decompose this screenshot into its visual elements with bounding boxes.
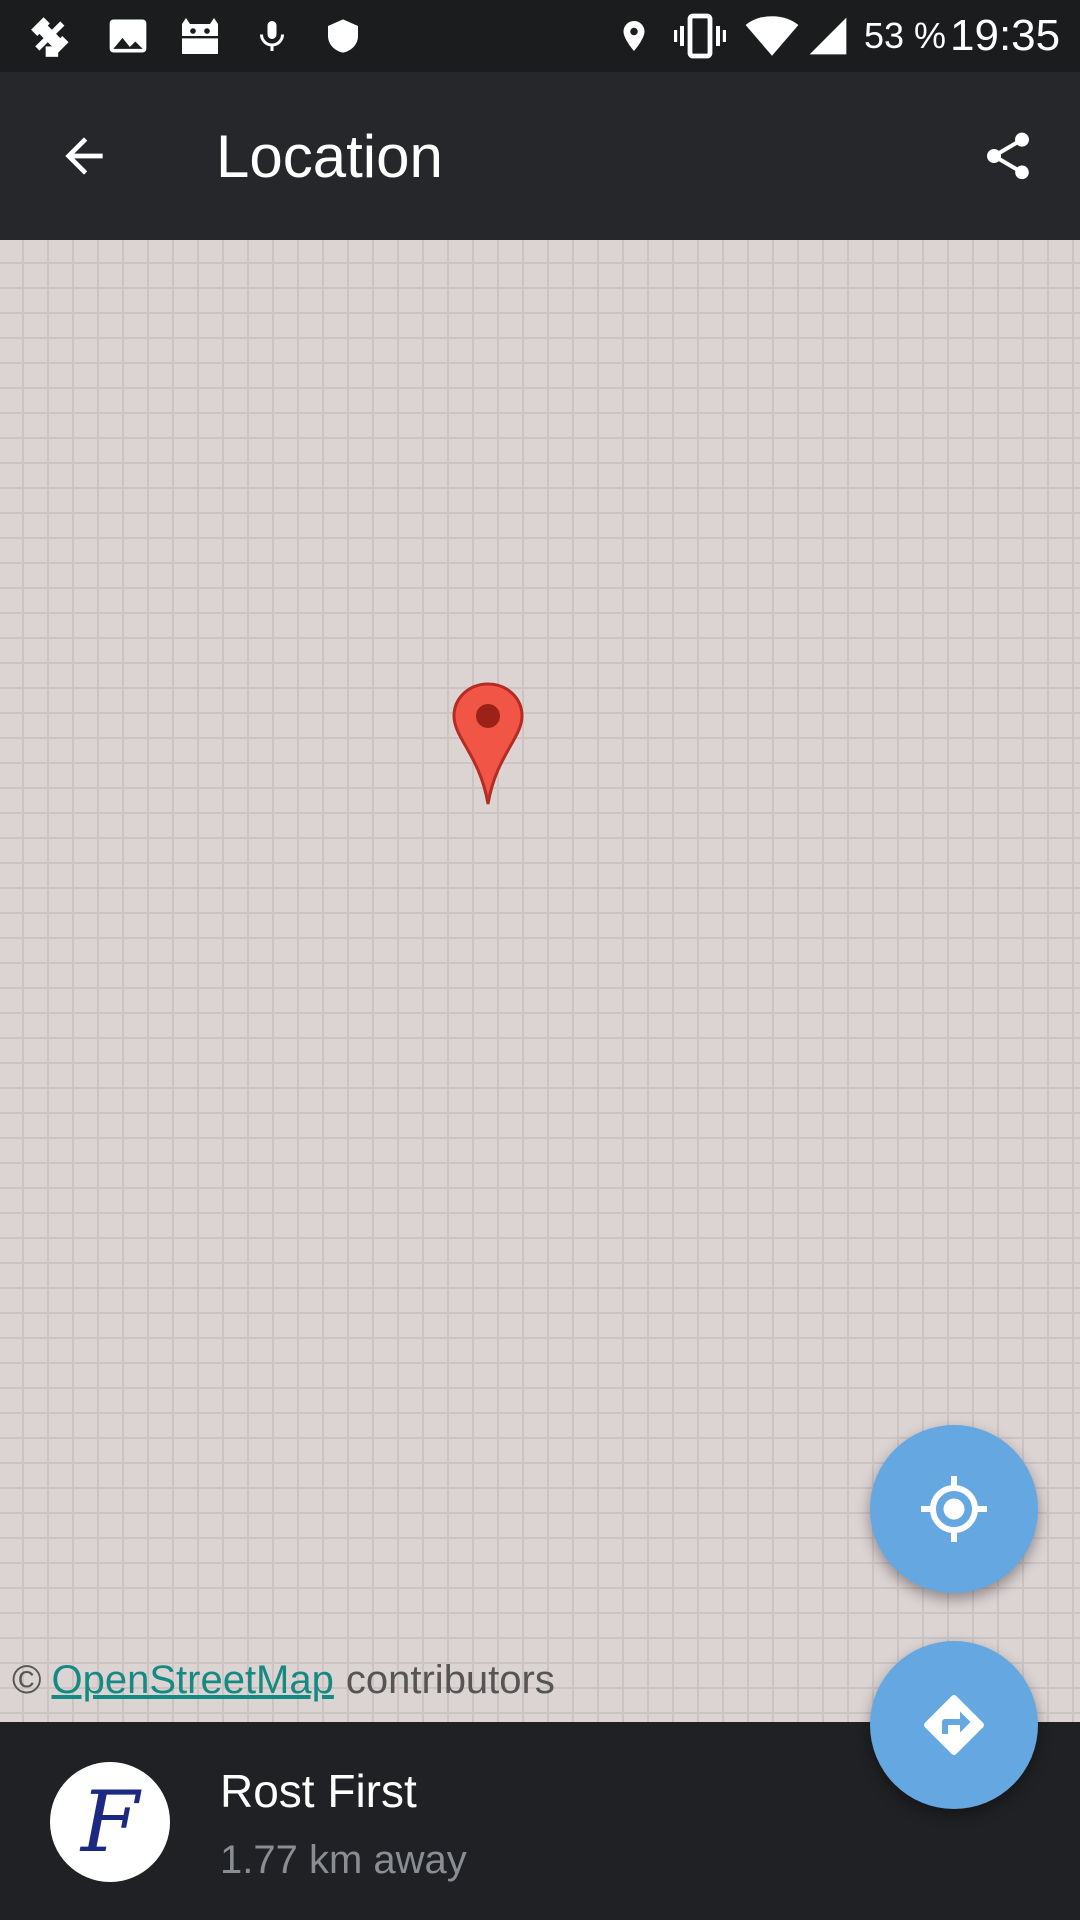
place-name: Rost First [220,1765,417,1817]
app-toolbar: Location [0,72,1080,240]
location-icon [614,0,654,72]
usb-debug-icon [26,0,82,72]
map-attribution: © OpenStreetMap contributors [12,1650,555,1710]
status-bar: 53 % 19:35 [0,0,1080,72]
clock: 19:35 [950,11,1061,60]
wifi-icon [744,0,800,72]
vibrate-icon [670,0,730,72]
shield-icon [320,0,366,72]
microphone-icon [250,0,294,72]
my-location-button[interactable] [870,1425,1038,1593]
android-icon [174,0,226,72]
page-title: Location [216,122,443,190]
battery-percent: 53 % [864,15,947,56]
directions-icon [923,1694,985,1756]
map-pin-icon[interactable] [448,680,528,808]
avatar-letter: F [80,1773,140,1871]
share-icon [987,132,1029,180]
arrow-back-icon [65,137,103,175]
attribution-suffix: contributors [345,1657,555,1702]
openstreetmap-link[interactable]: OpenStreetMap [51,1658,333,1703]
share-button[interactable] [964,112,1052,200]
image-icon [102,0,154,72]
signal-icon [804,0,852,72]
directions-button[interactable] [870,1641,1038,1809]
copyright-symbol: © [12,1657,42,1702]
avatar: F [50,1762,170,1882]
my-location-icon [921,1476,987,1542]
place-distance: 1.77 km away [220,1838,467,1882]
back-button[interactable] [40,112,128,200]
